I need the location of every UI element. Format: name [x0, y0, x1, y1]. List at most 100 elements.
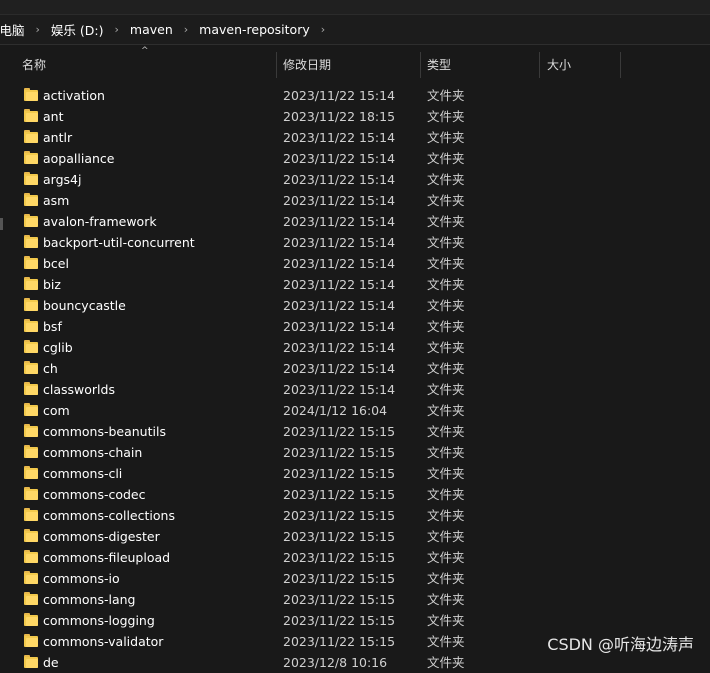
table-row[interactable]: commons-logging 2023/11/22 15:15 文件夹	[0, 610, 710, 631]
table-row[interactable]: cglib 2023/11/22 15:14 文件夹	[0, 337, 710, 358]
table-row[interactable]: asm 2023/11/22 15:14 文件夹	[0, 190, 710, 211]
table-row[interactable]: commons-codec 2023/11/22 15:15 文件夹	[0, 484, 710, 505]
folder-icon	[24, 613, 38, 627]
breadcrumb-item[interactable]: maven	[130, 22, 173, 37]
modified-date: 2023/11/22 15:14	[283, 340, 396, 355]
modified-date: 2023/11/22 15:15	[283, 571, 396, 586]
table-row[interactable]: aopalliance 2023/11/22 15:14 文件夹	[0, 148, 710, 169]
table-row[interactable]: backport-util-concurrent 2023/11/22 15:14…	[0, 232, 710, 253]
watermark: CSDN @听海边涛声	[547, 635, 694, 654]
file-name: commons-collections	[43, 508, 175, 523]
modified-date: 2023/11/22 15:14	[283, 214, 396, 229]
table-row[interactable]: com 2024/1/12 16:04 文件夹	[0, 400, 710, 421]
file-name: aopalliance	[43, 151, 115, 166]
file-name: bouncycastle	[43, 298, 126, 313]
file-name: ch	[43, 361, 58, 376]
file-name: commons-codec	[43, 487, 146, 502]
modified-date: 2023/11/22 15:14	[283, 151, 396, 166]
column-divider[interactable]	[620, 52, 621, 78]
folder-icon	[24, 592, 38, 606]
folder-icon	[24, 277, 38, 291]
file-type: 文件夹	[427, 634, 465, 649]
column-type[interactable]: 类型	[427, 52, 451, 78]
file-name: biz	[43, 277, 61, 292]
table-row[interactable]: biz 2023/11/22 15:14 文件夹	[0, 274, 710, 295]
table-row[interactable]: ch 2023/11/22 15:14 文件夹	[0, 358, 710, 379]
folder-icon	[24, 172, 38, 186]
folder-icon	[24, 445, 38, 459]
table-row[interactable]: bcel 2023/11/22 15:14 文件夹	[0, 253, 710, 274]
table-row[interactable]: commons-digester 2023/11/22 15:15 文件夹	[0, 526, 710, 547]
file-type: 文件夹	[427, 193, 465, 208]
file-name: activation	[43, 88, 105, 103]
table-row[interactable]: commons-io 2023/11/22 15:15 文件夹	[0, 568, 710, 589]
file-type: 文件夹	[427, 592, 465, 607]
table-row[interactable]: ant 2023/11/22 18:15 文件夹	[0, 106, 710, 127]
file-name: classworlds	[43, 382, 115, 397]
breadcrumb[interactable]: 此电脑 › 娱乐 (D:) › maven › maven-repository ›	[0, 15, 710, 45]
table-row[interactable]: commons-cli 2023/11/22 15:15 文件夹	[0, 463, 710, 484]
sort-up-icon: ^	[141, 46, 149, 56]
table-row[interactable]: classworlds 2023/11/22 15:14 文件夹	[0, 379, 710, 400]
file-name: commons-fileupload	[43, 550, 171, 565]
table-row[interactable]: antlr 2023/11/22 15:14 文件夹	[0, 127, 710, 148]
folder-icon	[24, 214, 38, 228]
file-list: activation 2023/11/22 15:14 文件夹 ant 2023/11/…	[0, 85, 710, 673]
modified-date: 2023/11/22 15:14	[283, 277, 396, 292]
folder-icon	[24, 340, 38, 354]
file-name: bsf	[43, 319, 62, 334]
file-type: 文件夹	[427, 466, 465, 481]
folder-icon	[24, 361, 38, 375]
chevron-right-icon[interactable]: ›	[321, 23, 325, 36]
modified-date: 2023/11/22 15:14	[283, 130, 396, 145]
modified-date: 2023/11/22 15:14	[283, 361, 396, 376]
file-type: 文件夹	[427, 319, 465, 334]
table-row[interactable]: commons-chain 2023/11/22 15:15 文件夹	[0, 442, 710, 463]
chevron-right-icon[interactable]: ›	[115, 23, 119, 36]
modified-date: 2023/11/22 15:14	[283, 298, 396, 313]
modified-date: 2023/11/22 15:15	[283, 634, 396, 649]
folder-icon	[24, 235, 38, 249]
column-size[interactable]: 大小	[547, 52, 571, 78]
file-name: commons-lang	[43, 592, 136, 607]
table-row[interactable]: avalon-framework 2023/11/22 15:14 文件夹	[0, 211, 710, 232]
chevron-right-icon[interactable]: ›	[184, 23, 188, 36]
table-row[interactable]: bouncycastle 2023/11/22 15:14 文件夹	[0, 295, 710, 316]
file-name: commons-cli	[43, 466, 123, 481]
modified-date: 2023/11/22 15:14	[283, 235, 396, 250]
column-date[interactable]: 修改日期	[283, 52, 331, 78]
table-row[interactable]: bsf 2023/11/22 15:14 文件夹	[0, 316, 710, 337]
column-divider[interactable]	[539, 52, 540, 78]
file-type: 文件夹	[427, 340, 465, 355]
modified-date: 2023/11/22 15:15	[283, 550, 396, 565]
breadcrumb-item[interactable]: 娱乐 (D:)	[51, 20, 104, 39]
folder-icon	[24, 151, 38, 165]
modified-date: 2023/11/22 15:14	[283, 172, 396, 187]
folder-icon	[24, 508, 38, 522]
file-name: com	[43, 403, 70, 418]
breadcrumb-item[interactable]: 此电脑	[0, 20, 25, 39]
modified-date: 2023/11/22 15:15	[283, 592, 396, 607]
file-type: 文件夹	[427, 529, 465, 544]
modified-date: 2023/11/22 15:15	[283, 487, 396, 502]
file-type: 文件夹	[427, 172, 465, 187]
file-name: ant	[43, 109, 64, 124]
file-type: 文件夹	[427, 235, 465, 250]
chevron-right-icon[interactable]: ›	[36, 23, 40, 36]
folder-icon	[24, 529, 38, 543]
table-row[interactable]: activation 2023/11/22 15:14 文件夹	[0, 85, 710, 106]
table-row[interactable]: args4j 2023/11/22 15:14 文件夹	[0, 169, 710, 190]
file-name: commons-validator	[43, 634, 164, 649]
column-divider[interactable]	[420, 52, 421, 78]
column-divider[interactable]	[276, 52, 277, 78]
folder-icon	[24, 550, 38, 564]
file-type: 文件夹	[427, 613, 465, 628]
breadcrumb-item[interactable]: maven-repository	[199, 22, 310, 37]
file-type: 文件夹	[427, 214, 465, 229]
table-row[interactable]: commons-collections 2023/11/22 15:15 文件夹	[0, 505, 710, 526]
column-name[interactable]: 名称	[22, 52, 46, 78]
table-row[interactable]: commons-fileupload 2023/11/22 15:15 文件夹	[0, 547, 710, 568]
table-row[interactable]: commons-lang 2023/11/22 15:15 文件夹	[0, 589, 710, 610]
table-row[interactable]: commons-beanutils 2023/11/22 15:15 文件夹	[0, 421, 710, 442]
folder-icon	[24, 319, 38, 333]
